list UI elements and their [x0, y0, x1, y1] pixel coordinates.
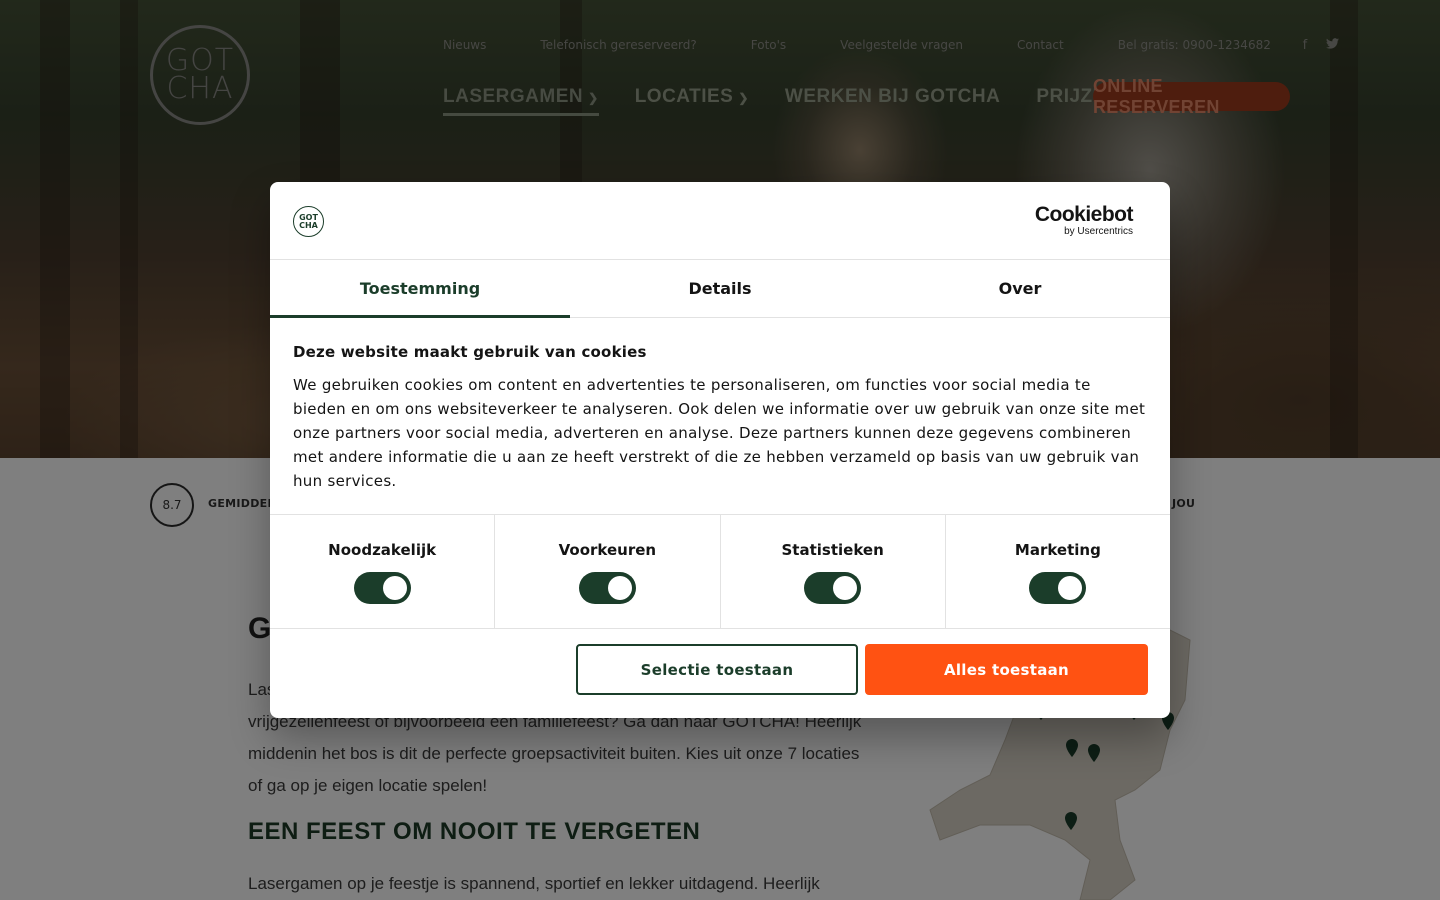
allow-selection-button[interactable]: Selectie toestaan	[576, 644, 858, 695]
cookiebot-name: Cookiebot	[1034, 203, 1134, 226]
dialog-tabs: Toestemming Details Over	[270, 260, 1170, 318]
toggle-label: Marketing	[1014, 541, 1101, 559]
toggle-label: Statistieken	[781, 541, 884, 559]
cookiebot-by: by Usercentrics	[1064, 226, 1133, 237]
toggle-marketing: Marketing	[946, 515, 1170, 628]
tab-toestemming[interactable]: Toestemming	[270, 260, 570, 318]
toggle-voorkeuren: Voorkeuren	[495, 515, 721, 628]
tab-over[interactable]: Over	[870, 260, 1170, 317]
toggle-label: Noodzakelijk	[328, 541, 437, 559]
consent-toggles: Noodzakelijk Voorkeuren Statistieken Mar…	[270, 515, 1170, 629]
dialog-buttons: Selectie toestaan Alles toestaan	[270, 629, 1170, 717]
toggle-label: Voorkeuren	[558, 541, 657, 559]
statistieken-switch[interactable]	[804, 572, 862, 604]
cookiebot-logo[interactable]: Cookiebot by Usercentrics	[1034, 203, 1134, 238]
cookie-consent-dialog: GOT CHA Cookiebot by Usercentrics Toeste…	[270, 182, 1170, 718]
marketing-switch[interactable]	[1029, 572, 1087, 604]
allow-all-button[interactable]: Alles toestaan	[865, 644, 1148, 695]
dialog-header: GOT CHA Cookiebot by Usercentrics	[270, 182, 1170, 260]
switch-knob	[1058, 576, 1083, 600]
dialog-title: Deze website maakt gebruik van cookies	[293, 343, 647, 361]
site-logo-small: GOT CHA	[293, 206, 324, 237]
tab-details[interactable]: Details	[570, 260, 870, 317]
noodzakelijk-switch[interactable]	[353, 572, 411, 604]
switch-knob	[607, 576, 632, 600]
dialog-text: We gebruiken cookies om content en adver…	[293, 376, 1146, 490]
voorkeuren-switch[interactable]	[578, 572, 636, 604]
switch-knob	[382, 576, 407, 600]
toggle-noodzakelijk: Noodzakelijk	[270, 515, 496, 628]
dialog-body: Deze website maakt gebruik van cookies W…	[270, 318, 1170, 515]
logo-small-line-2: CHA	[299, 220, 318, 230]
toggle-statistieken: Statistieken	[721, 515, 946, 628]
switch-knob	[833, 576, 858, 600]
